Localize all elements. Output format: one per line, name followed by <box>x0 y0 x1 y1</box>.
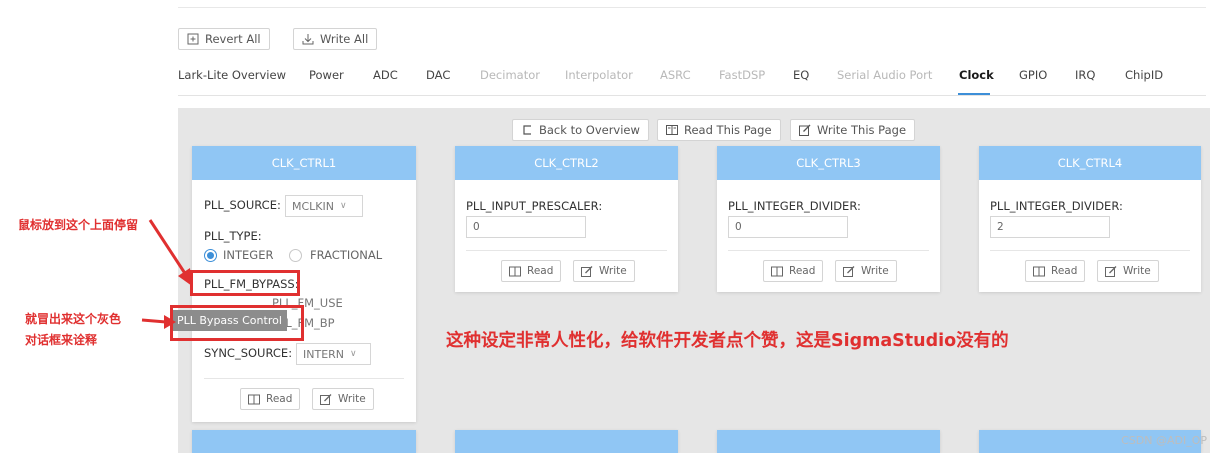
read-this-page-label: Read This Page <box>684 123 772 137</box>
annotation-popup-note-1: 就冒出来这个灰色 <box>25 312 122 326</box>
tab-clock[interactable]: Clock <box>959 68 994 82</box>
book-icon <box>1033 266 1045 276</box>
sync-source-label: SYNC_SOURCE: <box>204 346 293 360</box>
book-icon <box>771 266 783 276</box>
edit-icon <box>843 265 855 277</box>
edit-icon <box>581 265 593 277</box>
write-all-label: Write All <box>320 32 369 46</box>
radio-fractional[interactable] <box>289 249 302 262</box>
card-next-row-3 <box>717 430 940 453</box>
revert-icon <box>187 33 199 45</box>
chevron-down-icon: ∨ <box>340 201 347 211</box>
tab-dac[interactable]: DAC <box>426 68 450 82</box>
field-label: PLL_INTEGER_DIVIDER: <box>728 199 861 213</box>
top-divider <box>178 7 1206 8</box>
write-label: Write <box>599 265 627 277</box>
read-label: Read <box>266 393 293 405</box>
pll-source-select[interactable]: MCLKIN ∨ <box>285 195 363 217</box>
write-label: Write <box>338 393 366 405</box>
card-divider <box>204 378 404 379</box>
card-next-row-1 <box>192 430 416 453</box>
field-label: PLL_INTEGER_DIVIDER: <box>990 199 1123 213</box>
tab-interpolator[interactable]: Interpolator <box>565 68 633 82</box>
card-title: CLK_CTRL1 <box>192 146 416 180</box>
tab-irq[interactable]: IRQ <box>1075 68 1095 82</box>
book-icon <box>509 266 521 276</box>
annotation-box-tooltip <box>170 305 304 341</box>
write-button[interactable]: Write <box>835 260 897 282</box>
sync-source-value: INTERN <box>303 347 345 361</box>
tab-fastdsp[interactable]: FastDSP <box>719 68 765 82</box>
back-to-overview-button[interactable]: Back to Overview <box>512 119 649 141</box>
pll-integer-divider-input[interactable]: 0 <box>728 216 848 238</box>
read-label: Read <box>527 265 554 277</box>
watermark: CSDN @ADI_OP <box>1121 434 1207 447</box>
tab-gpio[interactable]: GPIO <box>1019 68 1047 82</box>
write-button[interactable]: Write <box>573 260 635 282</box>
annotation-praise: 这种设定非常人性化，给软件开发者点个赞，这是SigmaStudio没有的 <box>446 331 1009 351</box>
pll-source-label: PLL_SOURCE: <box>204 198 281 212</box>
card-clk-ctrl4: CLK_CTRL4 PLL_INTEGER_DIVIDER: 2 Read Wr… <box>979 146 1201 292</box>
read-button[interactable]: Read <box>240 388 301 410</box>
annotation-arrow-hover <box>148 219 192 286</box>
active-tab-indicator <box>958 93 990 95</box>
card-clk-ctrl2: CLK_CTRL2 PLL_INPUT_PRESCALER: 0 Read Wr… <box>455 146 678 292</box>
annotation-box-fm-bypass <box>190 270 300 296</box>
write-this-page-button[interactable]: Write This Page <box>790 119 916 141</box>
card-clk-ctrl3: CLK_CTRL3 PLL_INTEGER_DIVIDER: 0 Read Wr… <box>717 146 940 292</box>
annotation-arrow-popup <box>141 315 176 329</box>
read-button[interactable]: Read <box>763 260 824 282</box>
write-label: Write <box>1123 265 1151 277</box>
read-this-page-button[interactable]: Read This Page <box>657 119 781 141</box>
read-button[interactable]: Read <box>501 260 562 282</box>
tab-decimator[interactable]: Decimator <box>480 68 540 82</box>
card-title: CLK_CTRL2 <box>455 146 678 180</box>
radio-integer[interactable] <box>204 249 217 262</box>
pll-source-value: MCLKIN <box>292 199 334 213</box>
download-icon <box>302 34 314 45</box>
read-label: Read <box>789 265 816 277</box>
read-label: Read <box>1051 265 1078 277</box>
chevron-down-icon: ∨ <box>350 349 357 359</box>
annotation-hover-note: 鼠标放到这个上面停留 <box>18 218 139 232</box>
card-title: CLK_CTRL3 <box>717 146 940 180</box>
tab-power[interactable]: Power <box>309 68 344 82</box>
book-icon <box>666 125 678 135</box>
radio-fractional-label: FRACTIONAL <box>310 248 383 262</box>
edit-icon <box>320 393 332 405</box>
radio-integer-label: INTEGER <box>223 248 274 262</box>
tab-chipid[interactable]: ChipID <box>1125 68 1163 82</box>
edit-icon <box>799 124 811 136</box>
revert-all-label: Revert All <box>205 32 261 46</box>
tab-bar: Lark-Lite Overview Power ADC DAC Decimat… <box>178 62 1206 96</box>
annotation-popup-note-2: 对话框来诠释 <box>25 333 98 347</box>
pll-integer-divider-input[interactable]: 2 <box>990 216 1110 238</box>
back-to-overview-label: Back to Overview <box>539 123 640 137</box>
back-icon <box>523 125 531 135</box>
write-button[interactable]: Write <box>1097 260 1159 282</box>
card-divider <box>728 250 929 251</box>
tab-asrc[interactable]: ASRC <box>660 68 691 82</box>
card-divider <box>466 250 667 251</box>
write-this-page-label: Write This Page <box>817 123 907 137</box>
card-next-row-2 <box>455 430 678 453</box>
field-label: PLL_INPUT_PRESCALER: <box>466 199 603 213</box>
tab-adc[interactable]: ADC <box>373 68 398 82</box>
pll-type-label: PLL_TYPE: <box>204 229 262 243</box>
write-label: Write <box>861 265 889 277</box>
tab-lark-lite-overview[interactable]: Lark-Lite Overview <box>178 68 286 82</box>
edit-icon <box>1105 265 1117 277</box>
card-divider <box>990 250 1190 251</box>
book-icon <box>248 394 260 404</box>
write-all-button[interactable]: Write All <box>293 28 378 50</box>
tab-serial-audio-port[interactable]: Serial Audio Port <box>837 68 932 82</box>
tab-eq[interactable]: EQ <box>793 68 809 82</box>
revert-all-button[interactable]: Revert All <box>178 28 270 50</box>
write-button[interactable]: Write <box>312 388 374 410</box>
sync-source-select[interactable]: INTERN ∨ <box>296 343 371 365</box>
read-button[interactable]: Read <box>1025 260 1086 282</box>
pll-input-prescaler-input[interactable]: 0 <box>466 216 586 238</box>
card-title: CLK_CTRL4 <box>979 146 1201 180</box>
